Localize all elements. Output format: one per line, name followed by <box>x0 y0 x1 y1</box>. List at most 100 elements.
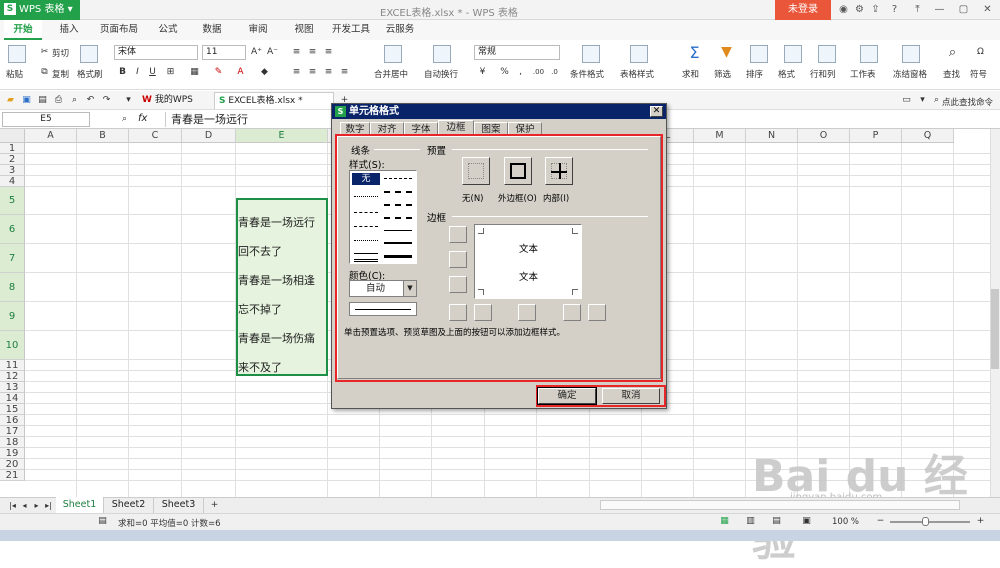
print-icon[interactable]: ⎙ <box>52 94 65 107</box>
cell-e7[interactable]: 青春是一场相逢 <box>238 272 315 288</box>
column-header-e[interactable]: E <box>236 129 328 143</box>
bold-icon[interactable]: B <box>116 66 129 79</box>
row-header-16[interactable]: 16 <box>0 415 25 426</box>
column-header-o[interactable]: O <box>798 129 850 143</box>
number-format-combo[interactable]: 常规 <box>474 45 560 60</box>
column-header-a[interactable]: A <box>25 129 77 143</box>
window-list-icon[interactable]: ▭ <box>900 94 913 107</box>
symbol-label[interactable]: 符号 <box>970 68 987 80</box>
format-painter-icon[interactable] <box>80 45 98 63</box>
conditional-format-icon[interactable] <box>582 45 600 63</box>
cell-e5[interactable]: 青春是一场远行 <box>238 214 315 230</box>
export-pdf-icon[interactable]: ▤ <box>36 94 49 107</box>
sum-icon[interactable]: Σ <box>688 45 701 61</box>
row-header-18[interactable]: 18 <box>0 437 25 448</box>
column-header-q[interactable]: Q <box>902 129 954 143</box>
tab-cloud[interactable]: 云服务 <box>380 20 420 40</box>
name-box[interactable]: E5 <box>2 112 90 127</box>
pin-icon[interactable]: ⤒ <box>912 4 923 15</box>
sum-label[interactable]: 求和 <box>682 68 699 80</box>
worksheet-icon[interactable] <box>860 45 878 63</box>
font-size-combo[interactable]: 11 <box>202 45 246 60</box>
align-middle-icon[interactable]: ≡ <box>306 46 319 59</box>
font-name-combo[interactable]: 宋体 <box>114 45 198 60</box>
sheet-tab-1[interactable]: Sheet1 <box>56 497 104 513</box>
row-header-21[interactable]: 21 <box>0 470 25 481</box>
format-painter-label[interactable]: 格式刷 <box>77 68 103 80</box>
undo-icon[interactable]: ↶ <box>84 94 97 107</box>
tab-page-layout[interactable]: 页面布局 <box>94 20 144 40</box>
zoom-slider[interactable] <box>890 521 970 523</box>
align-top-icon[interactable]: ≡ <box>290 46 303 59</box>
tab-review[interactable]: 审阅 <box>240 20 276 40</box>
font-grow-icon[interactable]: A⁺ <box>250 46 263 59</box>
maximize-icon[interactable]: ▢ <box>958 4 969 15</box>
align-right-icon[interactable]: ≡ <box>322 66 335 79</box>
fill-color-icon[interactable]: ▦ <box>188 66 201 79</box>
column-header-m[interactable]: M <box>694 129 746 143</box>
cut-label[interactable]: 剪切 <box>52 47 69 59</box>
cell-e10[interactable]: 来不及了 <box>238 359 282 375</box>
skin-icon[interactable]: ◉ <box>838 4 849 15</box>
row-header-3[interactable]: 3 <box>0 165 25 176</box>
normal-view-icon[interactable]: ▦ <box>718 515 731 528</box>
row-header-12[interactable]: 12 <box>0 371 25 382</box>
align-left-icon[interactable]: ≡ <box>290 66 303 79</box>
column-header-p[interactable]: P <box>850 129 902 143</box>
row-header-19[interactable]: 19 <box>0 448 25 459</box>
wrap-label[interactable]: 自动换行 <box>424 68 458 80</box>
print-preview-icon[interactable]: ⌕ <box>68 94 81 107</box>
font-color-icon[interactable]: A <box>234 66 247 79</box>
wrap-icon[interactable] <box>433 45 451 63</box>
currency-icon[interactable]: ¥ <box>476 66 489 79</box>
doc-tab-excel[interactable]: S EXCEL表格.xlsx * <box>214 92 334 109</box>
rows-cols-icon[interactable] <box>818 45 836 63</box>
align-bottom-icon[interactable]: ≡ <box>322 46 335 59</box>
tab-home[interactable]: 开始 <box>4 20 42 40</box>
tab-insert[interactable]: 插入 <box>50 20 88 40</box>
login-button[interactable]: 未登录 <box>775 0 831 20</box>
row-header-17[interactable]: 17 <box>0 426 25 437</box>
horizontal-scrollbar[interactable] <box>600 500 960 510</box>
reading-mode-icon[interactable]: ▣ <box>800 515 813 528</box>
format-label[interactable]: 格式 <box>778 68 795 80</box>
highlight-icon[interactable]: ✎ <box>212 66 225 79</box>
freeze-label[interactable]: 冻结窗格 <box>893 68 927 80</box>
app-menu-button[interactable]: S WPS 表格 ▾ <box>0 0 80 20</box>
page-layout-view-icon[interactable]: ▥ <box>744 515 757 528</box>
select-all-corner[interactable] <box>0 129 25 143</box>
page-break-view-icon[interactable]: ▤ <box>770 515 783 528</box>
column-header-c[interactable]: C <box>129 129 182 143</box>
tab-menu-icon[interactable]: ▾ <box>916 94 929 107</box>
tab-data[interactable]: 数据 <box>194 20 230 40</box>
filter-icon[interactable]: ▼ <box>720 45 733 59</box>
zoom-search-icon[interactable]: ⌕ <box>118 113 131 126</box>
fx-icon[interactable]: fx <box>138 113 147 124</box>
macro-icon[interactable]: ▤ <box>96 515 109 528</box>
rows-cols-label[interactable]: 行和列 <box>810 68 836 80</box>
row-header-4[interactable]: 4 <box>0 176 25 187</box>
find-icon[interactable]: ⌕ <box>946 46 959 59</box>
help-icon[interactable]: ? <box>889 4 900 15</box>
vertical-scroll-thumb[interactable] <box>991 289 999 369</box>
cell-e8[interactable]: 忘不掉了 <box>238 301 282 317</box>
redo-icon[interactable]: ↷ <box>100 94 113 107</box>
format-icon[interactable] <box>784 45 802 63</box>
tab-view[interactable]: 视图 <box>286 20 322 40</box>
italic-icon[interactable]: I <box>131 66 144 79</box>
minimize-icon[interactable]: — <box>934 4 945 15</box>
border-icon[interactable]: ⊞ <box>164 66 177 79</box>
row-header-8[interactable]: 8 <box>0 273 25 302</box>
tab-formula[interactable]: 公式 <box>150 20 186 40</box>
copy-label[interactable]: 复制 <box>52 68 69 80</box>
merge-icon[interactable] <box>384 45 402 63</box>
column-header-n[interactable]: N <box>746 129 798 143</box>
row-header-7[interactable]: 7 <box>0 244 25 273</box>
table-style-label[interactable]: 表格样式 <box>620 68 654 80</box>
row-header-11[interactable]: 11 <box>0 360 25 371</box>
sheet-tab-3[interactable]: Sheet3 <box>154 497 204 513</box>
customize-dropdown-icon[interactable]: ▾ <box>122 94 135 107</box>
row-header-9[interactable]: 9 <box>0 302 25 331</box>
row-header-15[interactable]: 15 <box>0 404 25 415</box>
conditional-format-label[interactable]: 条件格式 <box>570 68 604 80</box>
